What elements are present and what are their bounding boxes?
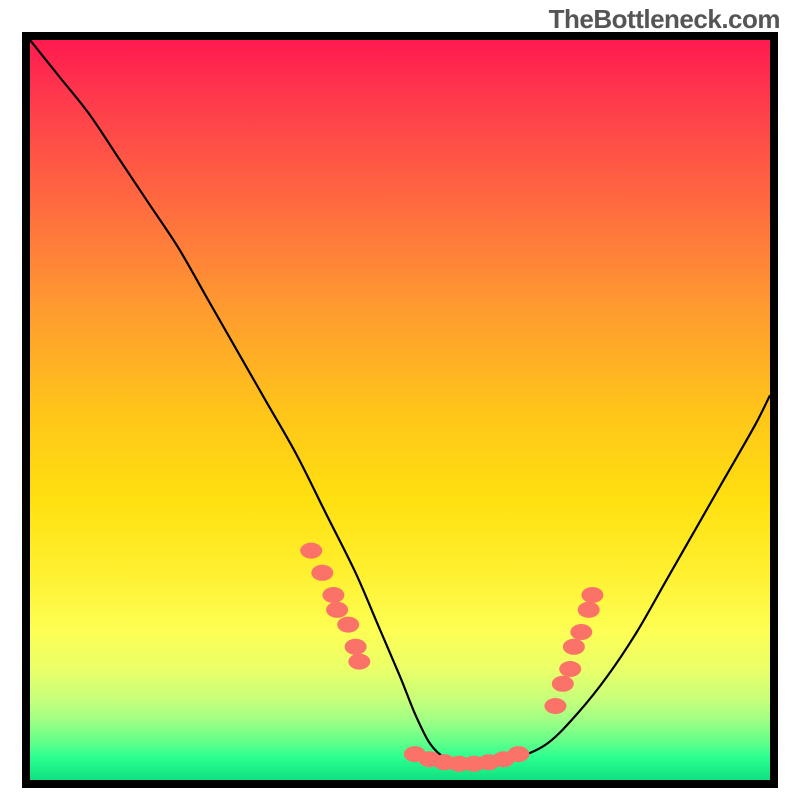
marker-dot	[559, 661, 581, 677]
watermark-text: TheBottleneck.com	[549, 4, 780, 35]
marker-dot	[507, 746, 529, 762]
marker-dot	[337, 617, 359, 633]
marker-dot	[578, 602, 600, 618]
marker-dot	[326, 602, 348, 618]
plot-frame	[22, 32, 778, 788]
curve-svg	[30, 40, 770, 780]
markers-group	[300, 543, 603, 772]
curve-group	[30, 40, 770, 766]
plot-area	[30, 40, 770, 780]
marker-dot	[563, 639, 585, 655]
marker-dot	[544, 698, 566, 714]
marker-dot	[322, 587, 344, 603]
marker-dot	[581, 587, 603, 603]
marker-dot	[311, 565, 333, 581]
bottleneck-curve-path	[30, 40, 770, 766]
marker-dot	[570, 624, 592, 640]
marker-dot	[300, 543, 322, 559]
marker-dot	[348, 654, 370, 670]
marker-dot	[345, 639, 367, 655]
marker-dot	[552, 676, 574, 692]
